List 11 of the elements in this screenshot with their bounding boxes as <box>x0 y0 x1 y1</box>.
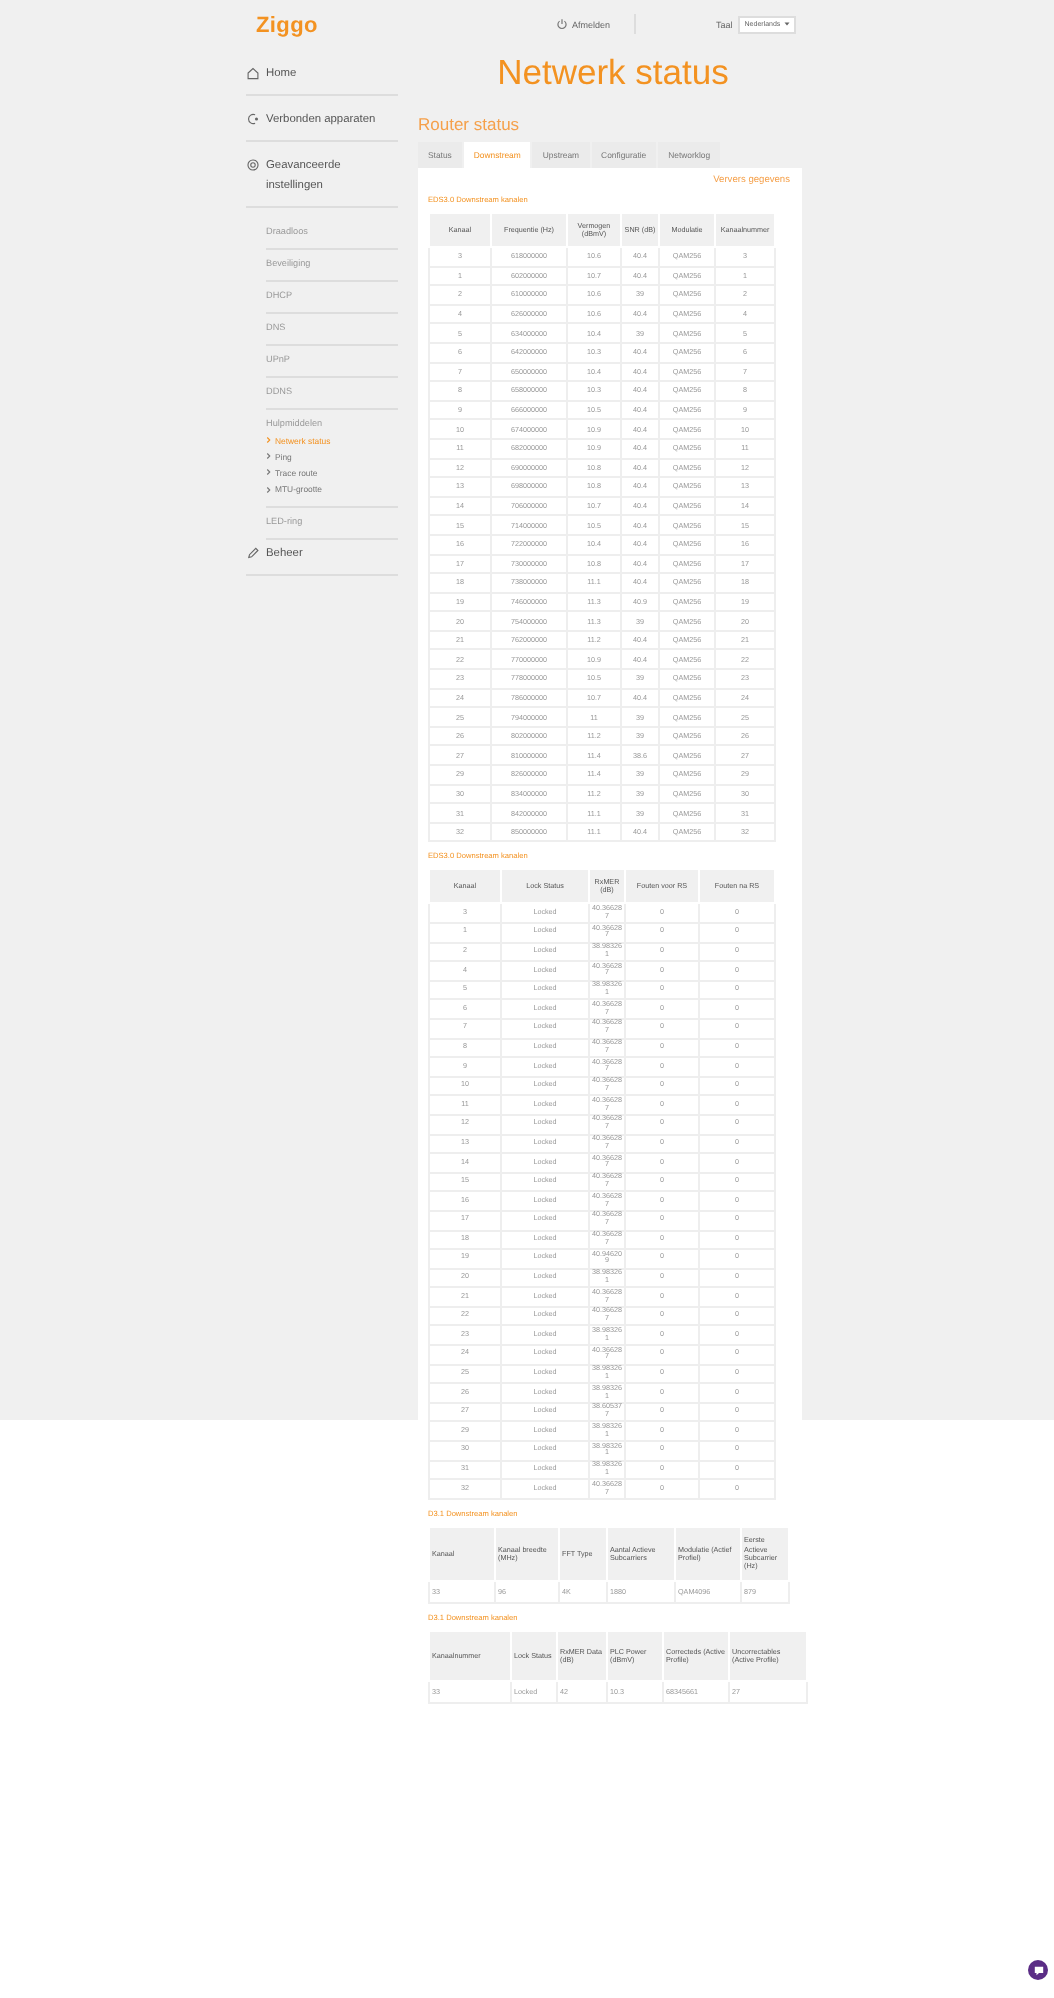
pencil-icon <box>246 545 260 560</box>
chat-icon <box>1031 1963 1045 1977</box>
gear-icon <box>246 158 260 172</box>
page-title: Netwerk status <box>495 52 731 92</box>
chat-button[interactable] <box>1028 1960 1048 1980</box>
power-icon <box>556 18 568 30</box>
devices-icon <box>246 112 260 126</box>
logo[interactable]: Ziggo <box>256 14 318 38</box>
section-heading: Router status <box>418 114 522 134</box>
home-icon <box>246 66 260 80</box>
caret-icon <box>784 22 791 26</box>
